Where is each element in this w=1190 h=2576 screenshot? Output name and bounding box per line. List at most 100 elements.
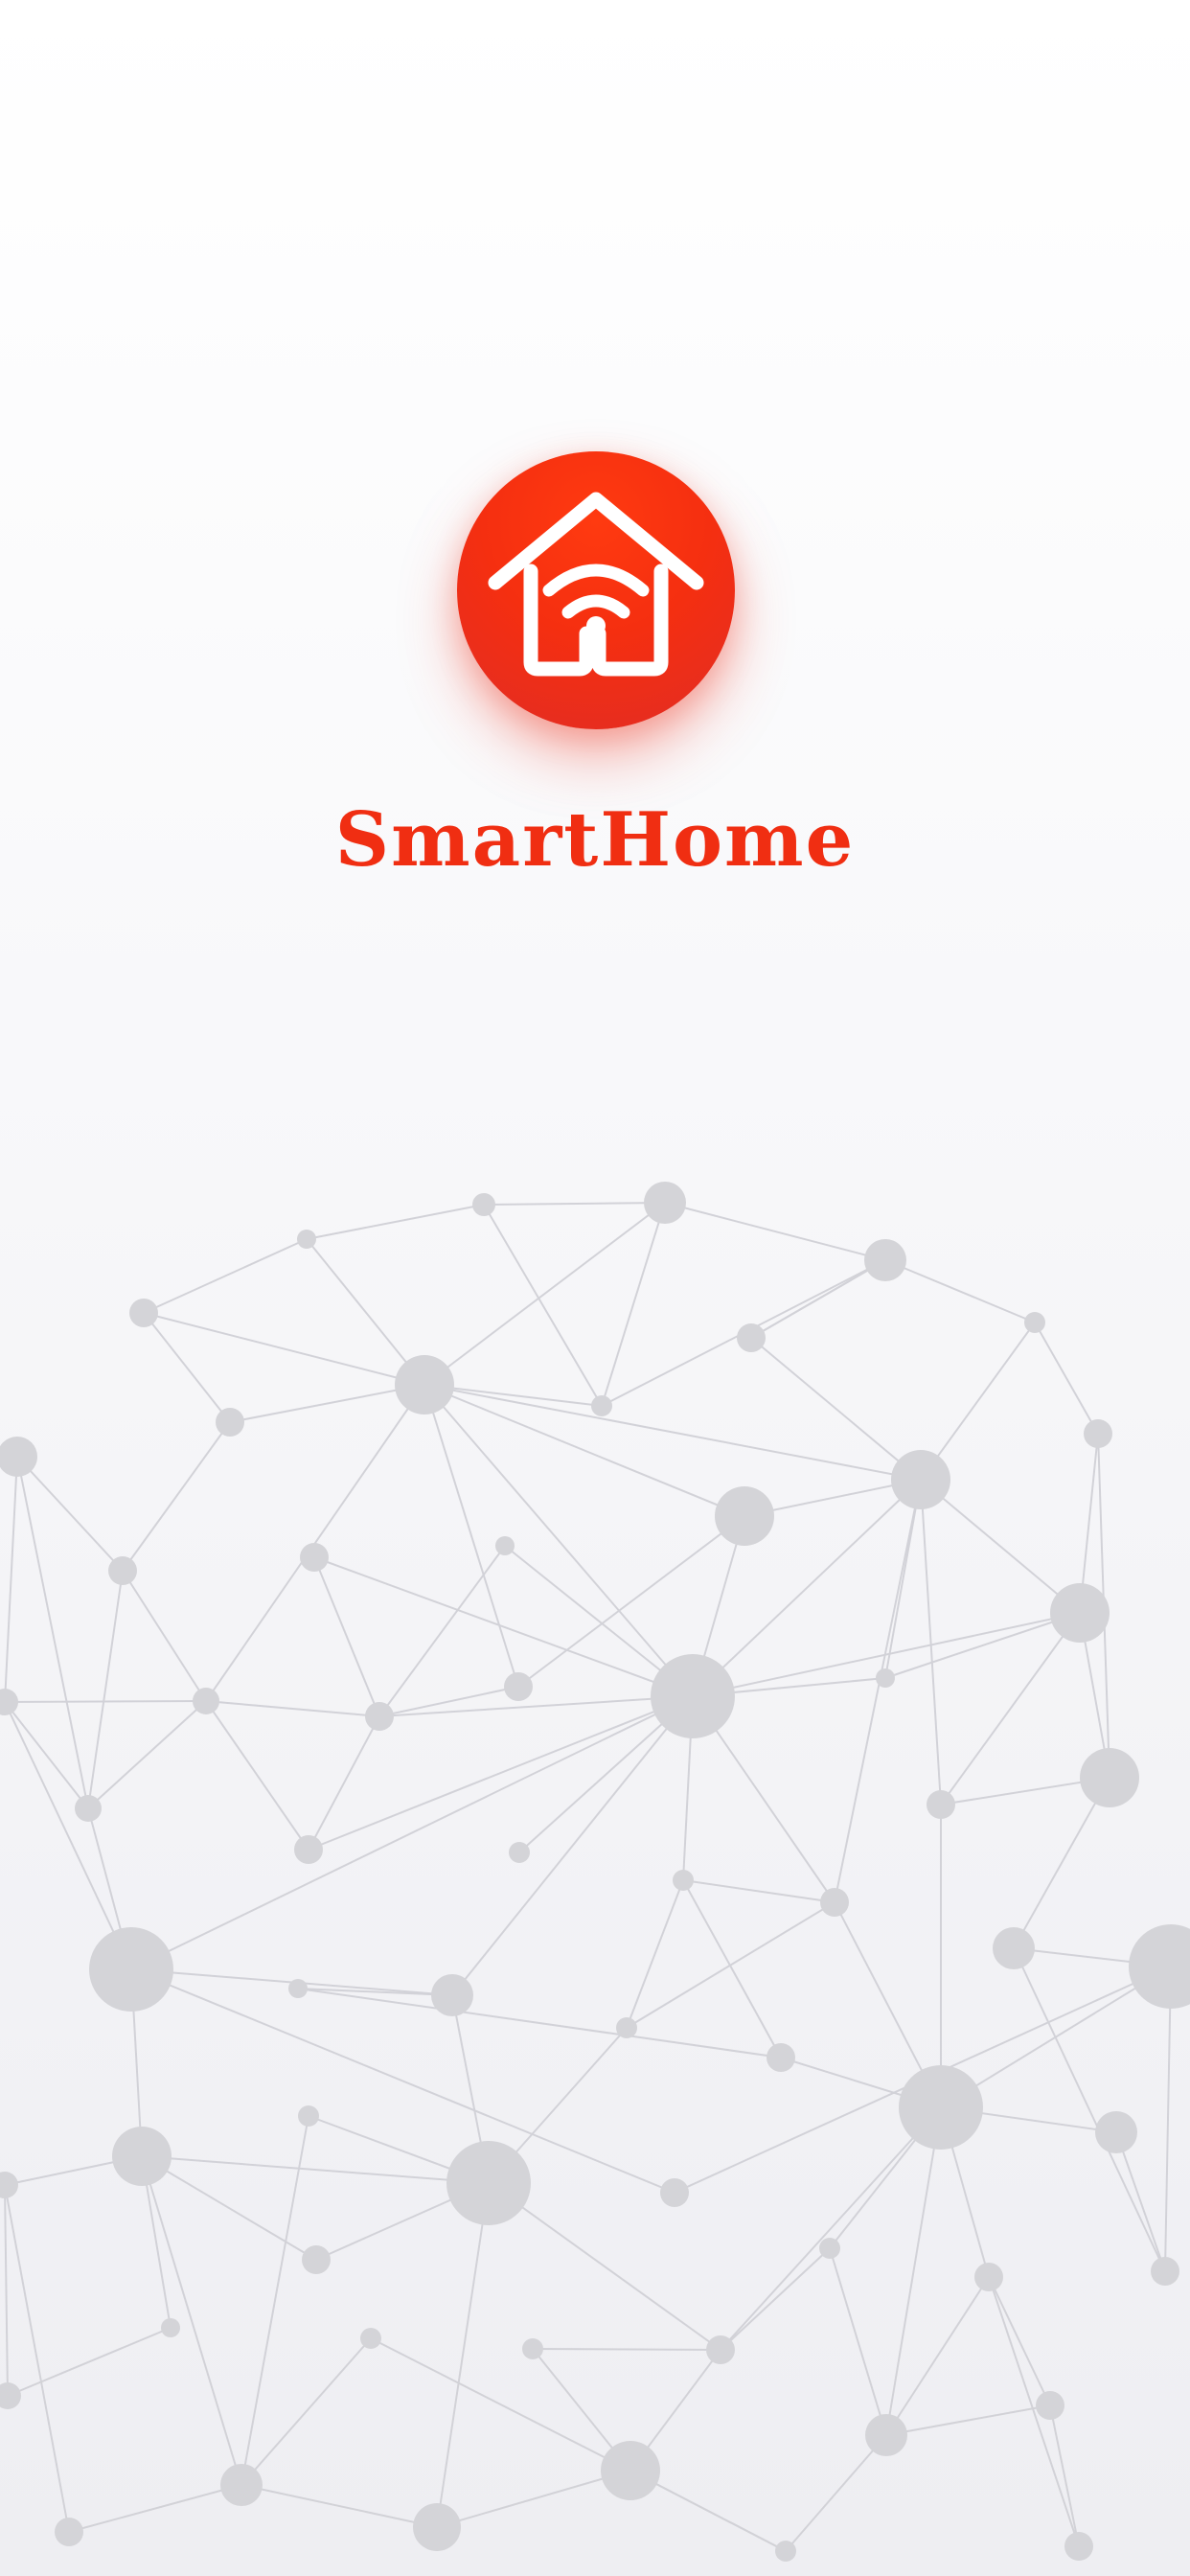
network-line: [750, 1337, 922, 1481]
network-line: [940, 1612, 1081, 1806]
network-line: [423, 1384, 922, 1481]
network-node: [1036, 2391, 1064, 2420]
network-line: [130, 1695, 694, 1970]
network-line: [885, 2404, 1051, 2436]
network-line: [240, 2115, 309, 2486]
network-node: [891, 1450, 950, 1509]
network-node: [876, 1668, 895, 1688]
network-node: [993, 1927, 1035, 1969]
network-line: [4, 1701, 132, 1970]
network-line: [16, 1456, 89, 1809]
network-line: [378, 1545, 506, 1717]
network-line: [122, 1570, 207, 1702]
network-line: [988, 2276, 1051, 2406]
network-line: [1115, 2131, 1166, 2272]
network-line: [87, 1570, 124, 1809]
network-node: [651, 1654, 735, 1738]
network-node: [1129, 1924, 1190, 2009]
network-line: [240, 2484, 438, 2528]
network-node: [737, 1323, 766, 1352]
network-line: [601, 1202, 666, 1407]
network-node: [0, 1689, 18, 1715]
network-node: [601, 2441, 660, 2500]
network-node: [0, 1437, 37, 1477]
network-line: [720, 2247, 831, 2351]
network-line: [884, 1259, 1036, 1323]
network-node: [775, 2541, 796, 2562]
network-node: [819, 2238, 840, 2259]
network-line: [1164, 1966, 1172, 2272]
network-line: [920, 1479, 1081, 1614]
network-node: [0, 2172, 18, 2198]
network-node: [1024, 1312, 1045, 1333]
network-line: [16, 1456, 124, 1572]
network-line: [122, 1421, 231, 1572]
network-line: [205, 1700, 380, 1717]
network-line: [664, 1202, 886, 1261]
network-line: [920, 1479, 942, 1806]
network-line: [483, 1204, 603, 1407]
network-node: [522, 2338, 543, 2359]
network-node: [616, 2017, 637, 2038]
network-line: [87, 1700, 207, 1809]
network-line: [626, 1901, 835, 2029]
network-node: [161, 2318, 180, 2337]
network-line: [143, 1312, 231, 1423]
network-node: [706, 2335, 735, 2364]
network-line: [4, 2184, 70, 2533]
network-line: [313, 1556, 380, 1717]
network-line: [785, 2434, 887, 2552]
network-line: [884, 1612, 1081, 1679]
network-node: [220, 2464, 263, 2506]
network-line: [483, 1202, 666, 1206]
network-node: [472, 1193, 495, 1216]
network-node: [591, 1395, 612, 1416]
network-line: [423, 1202, 666, 1386]
network-line: [240, 2337, 372, 2486]
network-line: [4, 2184, 9, 2397]
network-line: [423, 1384, 519, 1688]
network-node: [75, 1795, 102, 1822]
network-line: [229, 1384, 425, 1423]
network-line: [488, 2182, 721, 2351]
network-node: [300, 1543, 329, 1572]
network-node: [974, 2263, 1003, 2291]
network-node: [129, 1299, 158, 1327]
network-node: [865, 2414, 907, 2456]
network-line: [885, 2276, 990, 2436]
network-node: [899, 2065, 983, 2150]
network-line: [308, 1715, 380, 1851]
network-node: [673, 1870, 694, 1891]
network-line: [4, 1700, 207, 1703]
network-line: [829, 2247, 887, 2436]
network-line: [423, 1384, 694, 1697]
network-line: [297, 1988, 782, 2058]
network-line: [834, 1479, 922, 1903]
network-line: [532, 2348, 721, 2351]
network-line: [885, 2106, 942, 2436]
network-node: [216, 1408, 244, 1437]
network-node: [1084, 1419, 1112, 1448]
network-line: [143, 1312, 425, 1386]
network-node: [431, 1974, 473, 2016]
app-title: SmartHome: [334, 796, 856, 884]
network-node: [108, 1556, 137, 1585]
network-line: [306, 1204, 485, 1240]
app-logo: [457, 451, 735, 729]
network-node: [495, 1536, 515, 1555]
network-node: [55, 2518, 83, 2546]
network-node: [504, 1672, 533, 1701]
network-node: [365, 1702, 394, 1731]
network-line: [436, 2470, 631, 2528]
network-line: [682, 1879, 835, 1903]
network-node: [644, 1182, 686, 1224]
network-node: [1050, 1583, 1110, 1643]
network-line: [720, 2106, 942, 2351]
network-node: [715, 1486, 774, 1546]
network-node: [767, 2043, 795, 2072]
network-line: [682, 1879, 782, 2058]
network-node: [193, 1688, 219, 1714]
network-node: [864, 1239, 906, 1281]
network-node: [1080, 1748, 1139, 1807]
network-line: [4, 1456, 18, 1703]
